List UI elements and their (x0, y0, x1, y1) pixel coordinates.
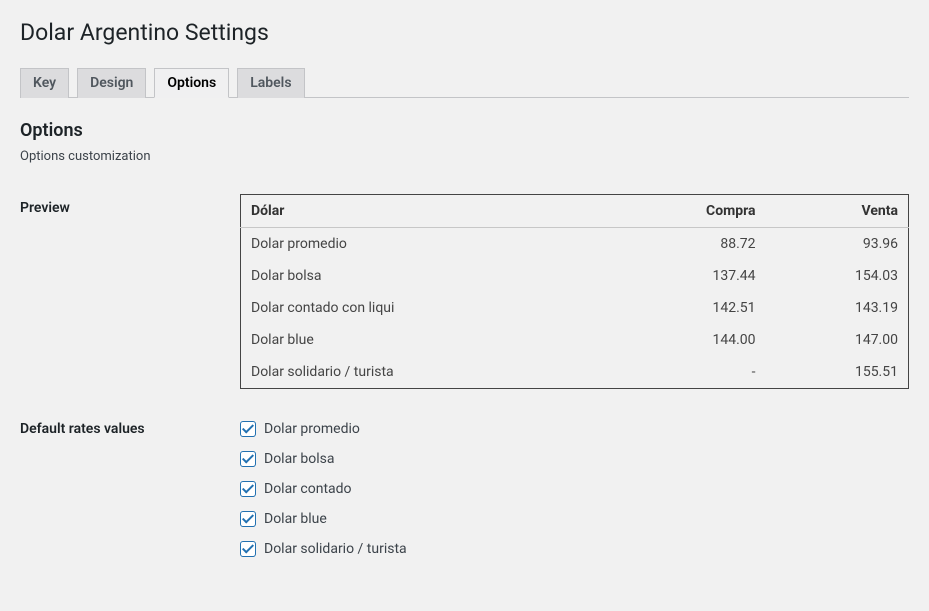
checkbox-row-dolar-bolsa: Dolar bolsa (240, 451, 909, 467)
default-rates-field-label: Default rates values (20, 409, 240, 591)
checkbox-row-dolar-solidario: Dolar solidario / turista (240, 541, 909, 557)
checkbox-row-dolar-promedio: Dolar promedio (240, 421, 909, 437)
rate-name: Dolar bolsa (241, 260, 610, 292)
section-description: Options customization (20, 149, 909, 164)
rate-venta: 147.00 (766, 324, 909, 356)
tab-key[interactable]: Key (20, 68, 69, 98)
checkbox-dolar-contado[interactable] (240, 481, 256, 497)
rate-name: Dolar promedio (241, 228, 610, 261)
checkbox-dolar-bolsa[interactable] (240, 451, 256, 467)
table-row: Dolar promedio 88.72 93.96 (241, 228, 909, 261)
rate-venta: 155.51 (766, 356, 909, 389)
preview-header-name: Dólar (241, 195, 610, 228)
rate-compra: - (609, 356, 765, 389)
tab-design[interactable]: Design (77, 68, 146, 98)
preview-header-compra: Compra (609, 195, 765, 228)
table-row: Dolar blue 144.00 147.00 (241, 324, 909, 356)
rate-name: Dolar solidario / turista (241, 356, 610, 389)
rate-venta: 93.96 (766, 228, 909, 261)
table-row: Dolar contado con liqui 142.51 143.19 (241, 292, 909, 324)
checkbox-row-dolar-contado: Dolar contado (240, 481, 909, 497)
checkbox-label[interactable]: Dolar promedio (264, 421, 360, 437)
rate-compra: 88.72 (609, 228, 765, 261)
section-title: Options (20, 120, 909, 141)
tab-options[interactable]: Options (154, 68, 229, 98)
preview-rates-table: Dólar Compra Venta Dolar promedio 88.72 … (240, 194, 909, 389)
tab-labels[interactable]: Labels (237, 68, 304, 98)
checkbox-row-dolar-blue: Dolar blue (240, 511, 909, 527)
rate-compra: 144.00 (609, 324, 765, 356)
rate-venta: 143.19 (766, 292, 909, 324)
rate-name: Dolar blue (241, 324, 610, 356)
checkbox-label[interactable]: Dolar blue (264, 511, 327, 527)
page-title: Dolar Argentino Settings (20, 10, 909, 50)
preview-field-label: Preview (20, 188, 240, 409)
preview-header-venta: Venta (766, 195, 909, 228)
checkbox-dolar-blue[interactable] (240, 511, 256, 527)
checkbox-dolar-promedio[interactable] (240, 421, 256, 437)
settings-tabs: Key Design Options Labels (20, 68, 909, 98)
table-row: Dolar solidario / turista - 155.51 (241, 356, 909, 389)
checkbox-label[interactable]: Dolar contado (264, 481, 352, 497)
rate-compra: 137.44 (609, 260, 765, 292)
checkbox-label[interactable]: Dolar bolsa (264, 451, 335, 467)
rate-compra: 142.51 (609, 292, 765, 324)
checkbox-dolar-solidario[interactable] (240, 541, 256, 557)
checkbox-label[interactable]: Dolar solidario / turista (264, 541, 407, 557)
table-row: Dolar bolsa 137.44 154.03 (241, 260, 909, 292)
rate-venta: 154.03 (766, 260, 909, 292)
rate-name: Dolar contado con liqui (241, 292, 610, 324)
